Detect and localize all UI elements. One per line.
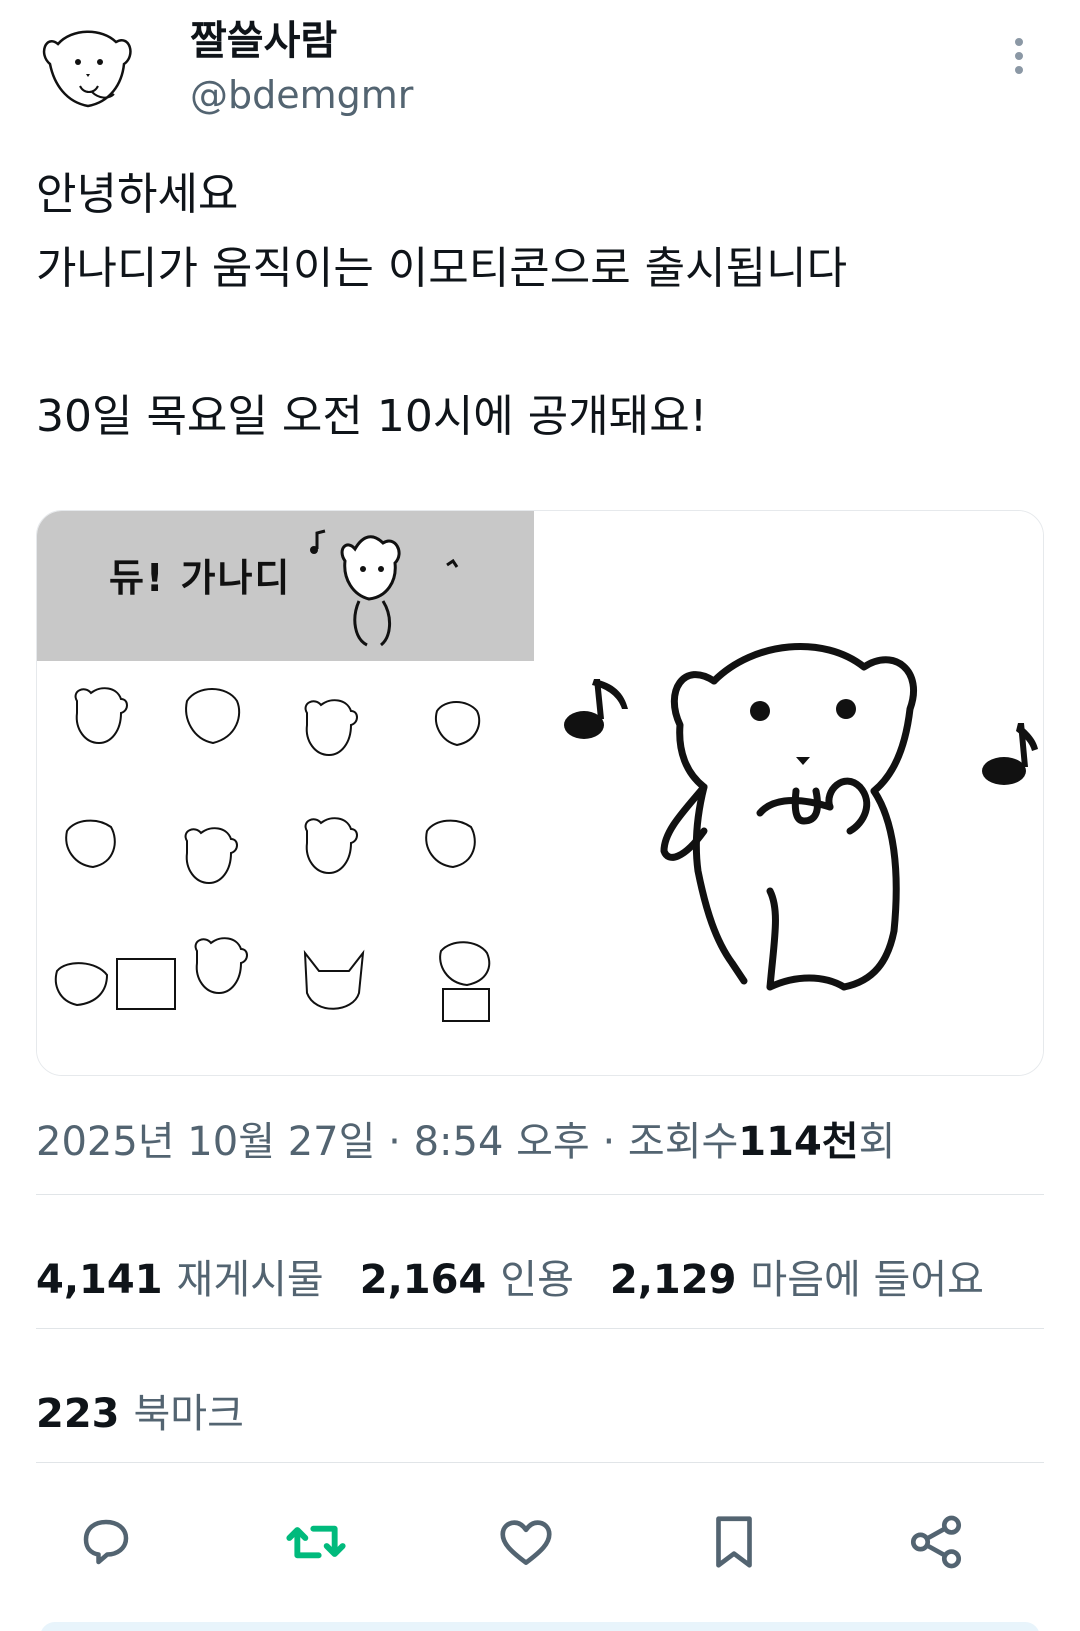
views-count[interactable]: 114천 — [738, 1119, 858, 1165]
likes-label: 마음에 들어요 — [750, 1257, 984, 1303]
reply-button[interactable] — [66, 1502, 146, 1582]
divider — [36, 1328, 1044, 1329]
tweet-text: 안녕하세요 가나디가 움직이는 이모티콘으로 출시됩니다 30일 목요일 오전 … — [36, 169, 848, 442]
sticker-grid-illustration — [54, 687, 491, 1022]
divider — [36, 1194, 1044, 1195]
reposts-stat[interactable]: 4,141 재게시물 — [36, 1257, 360, 1303]
media-image-sticker-sheet[interactable]: 듀! 가나디 — [37, 511, 534, 1075]
tweet-header: 짤쓸사람 @bdemgmr — [0, 0, 1080, 140]
reposts-count: 4,141 — [36, 1257, 163, 1303]
avatar[interactable] — [36, 14, 140, 118]
like-button[interactable] — [486, 1502, 566, 1582]
meta-separator: · — [602, 1119, 616, 1165]
bookmarks-count: 223 — [36, 1391, 120, 1437]
tweet-time[interactable]: 8:54 오후 — [414, 1119, 590, 1165]
tweet-media[interactable]: 듀! 가나디 — [36, 510, 1044, 1076]
views-prefix: 조회수 — [627, 1119, 739, 1165]
reply-icon — [83, 1519, 129, 1565]
quotes-count: 2,164 — [359, 1257, 487, 1303]
action-bar — [0, 1502, 1080, 1592]
bookmark-icon — [716, 1516, 752, 1568]
more-options-icon[interactable] — [1004, 36, 1034, 80]
divider — [36, 1462, 1044, 1463]
display-name[interactable]: 짤쓸사람 — [190, 16, 337, 66]
tweet-meta: 2025년 10월 27일 · 8:54 오후 · 조회수114천회 — [36, 1114, 895, 1170]
meta-separator: · — [388, 1119, 401, 1165]
share-button[interactable] — [896, 1502, 976, 1582]
likes-count: 2,129 — [609, 1257, 737, 1303]
bookmark-button[interactable] — [694, 1502, 774, 1582]
bookmarks-label: 북마크 — [133, 1391, 244, 1437]
repost-button[interactable] — [276, 1502, 356, 1582]
repost-icon — [286, 1525, 346, 1559]
quotes-stat[interactable]: 2,164 인용 — [360, 1257, 610, 1303]
likes-stat[interactable]: 2,129 마음에 들어요 — [610, 1257, 1020, 1303]
tweet-date[interactable]: 2025년 10월 27일 — [36, 1119, 375, 1165]
media-image-puppy[interactable] — [534, 511, 1043, 1075]
bookmarks-stat[interactable]: 223 북마크 — [36, 1384, 280, 1444]
engagement-stats: 4,141 재게시물 2,164 인용 2,129 마음에 들어요 — [36, 1250, 1020, 1310]
quotes-label: 인용 — [500, 1257, 574, 1303]
sticker-banner: 듀! 가나디 — [37, 511, 534, 661]
dancing-puppy-illustration — [310, 529, 459, 647]
share-icon — [910, 1515, 962, 1569]
views-suffix: 회 — [858, 1119, 896, 1165]
like-icon — [500, 1520, 552, 1565]
reposts-label: 재게시물 — [176, 1257, 324, 1303]
user-handle[interactable]: @bdemgmr — [190, 70, 413, 120]
reply-composer-bar[interactable] — [40, 1622, 1040, 1631]
banner-text: 듀! 가나디 — [109, 556, 292, 600]
